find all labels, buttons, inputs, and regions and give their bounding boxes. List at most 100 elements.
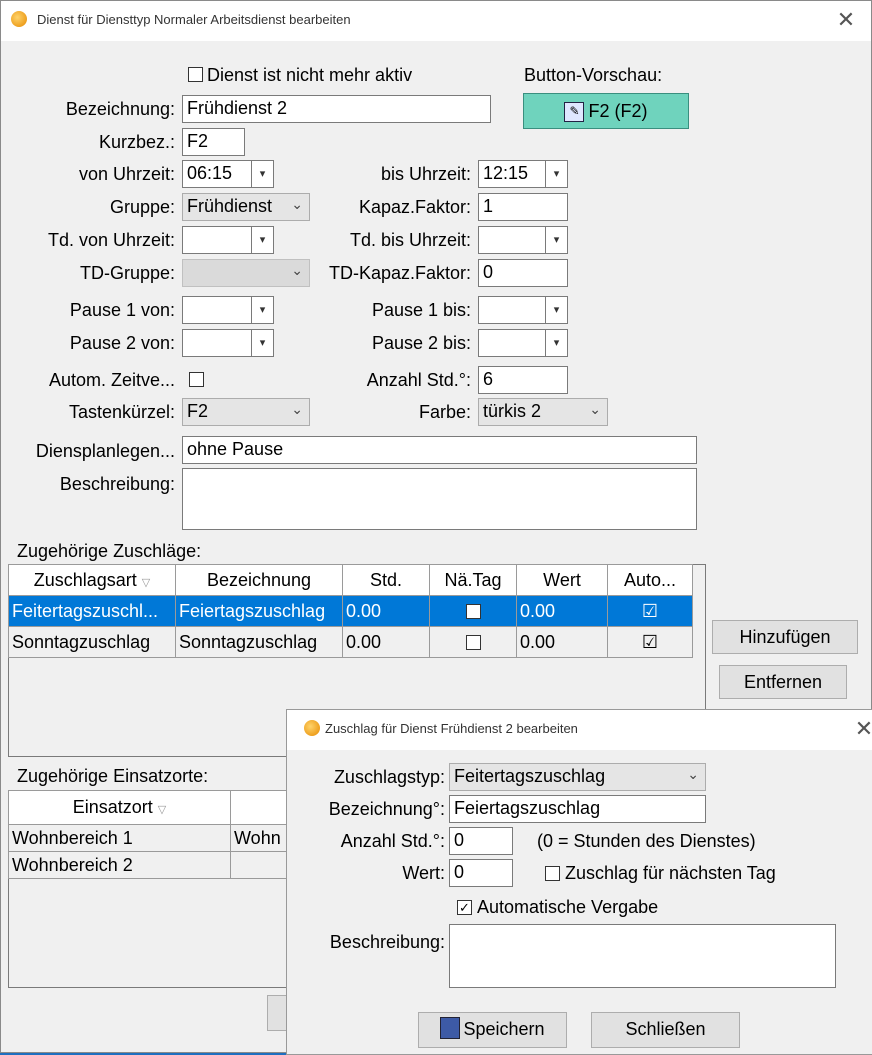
pause2-von-label: Pause 2 von: xyxy=(69,333,175,353)
close-icon[interactable]: ✕ xyxy=(831,7,861,33)
bis-uhrzeit-dropdown-icon[interactable]: ▾ xyxy=(546,160,568,188)
col-bezeichnung[interactable]: Bezeichnung xyxy=(175,564,343,596)
table-row[interactable]: Sonntagzuschlag Sonntagzuschlag 0.00 0.0… xyxy=(8,626,693,658)
pause1-bis-field[interactable]: ▾ xyxy=(478,296,568,324)
col-std[interactable]: Std. xyxy=(342,564,430,596)
cell[interactable]: ☑ xyxy=(607,626,693,658)
col-zuschlagsart[interactable]: Zuschlagsart ▽ xyxy=(8,564,176,596)
button-preview-label: Button-Vorschau: xyxy=(524,65,663,85)
auto-vergabe-checkbox[interactable]: ✓ xyxy=(457,900,472,915)
autom-zeit-checkbox[interactable] xyxy=(189,372,204,387)
inactive-checkbox[interactable] xyxy=(188,67,203,82)
app-logo-icon xyxy=(11,11,27,27)
td-bis-field[interactable]: ▾ xyxy=(478,226,568,254)
save-button[interactable]: Speichern xyxy=(418,1012,567,1048)
pause1-bis-dropdown-icon[interactable]: ▾ xyxy=(546,296,568,324)
beschreibung-label: Beschreibung: xyxy=(329,932,445,952)
cell xyxy=(429,595,517,627)
close-button[interactable]: Schließen xyxy=(591,1012,740,1048)
cell: Wohnbereich 1 xyxy=(7,824,232,852)
col-auto[interactable]: Auto... xyxy=(607,564,693,596)
cell[interactable]: ☑ xyxy=(607,595,693,627)
bezeichnung-field[interactable]: Frühdienst 2 xyxy=(182,95,491,123)
save-icon xyxy=(440,1017,461,1040)
bis-uhrzeit-label: bis Uhrzeit: xyxy=(380,164,471,184)
anzahl-std-field[interactable]: 0 xyxy=(449,827,513,855)
edit-pencil-icon: ✎ xyxy=(564,102,585,123)
legende-field[interactable]: ohne Pause xyxy=(182,436,697,464)
pause2-von-field[interactable]: ▾ xyxy=(182,329,274,357)
table-row[interactable]: Feitertagszuschl... Feiertagszuschlag 0.… xyxy=(8,595,693,627)
pause2-bis-dropdown-icon[interactable]: ▾ xyxy=(546,329,568,357)
zuschlag-dialog: Zuschlag für Dienst Frühdienst 2 bearbei… xyxy=(286,709,872,1055)
pause2-von-value[interactable] xyxy=(182,329,252,357)
col-naetag[interactable]: Nä.Tag xyxy=(429,564,517,596)
farbe-label: Farbe: xyxy=(418,402,471,422)
von-uhrzeit-dropdown-icon[interactable]: ▾ xyxy=(252,160,274,188)
pause2-von-dropdown-icon[interactable]: ▾ xyxy=(252,329,274,357)
einsatzorte-grid[interactable]: Einsatzort ▽ Wohnbereich 1 Wohn Wohnbere… xyxy=(7,790,308,988)
dialog-titlebar: Zuschlag für Dienst Frühdienst 2 bearbei… xyxy=(287,710,872,750)
next-day-label: Zuschlag für nächsten Tag xyxy=(565,863,776,883)
bis-uhrzeit-field[interactable]: 12:15 ▾ xyxy=(478,160,568,188)
chevron-down-icon: ⌄ xyxy=(589,401,601,417)
beschreibung-field[interactable] xyxy=(182,468,697,530)
cell: Wohnbereich 2 xyxy=(7,851,232,879)
zuschlagstyp-select[interactable]: Feitertagszuschlag ⌄ xyxy=(449,763,706,791)
dialog-title: Zuschlag für Dienst Frühdienst 2 bearbei… xyxy=(325,721,578,736)
kurzbez-field[interactable]: F2 xyxy=(182,128,245,156)
remove-zuschlag-button[interactable]: Entfernen xyxy=(719,665,847,699)
cell: Sonntagzuschlag xyxy=(175,626,343,658)
pause1-von-field[interactable]: ▾ xyxy=(182,296,274,324)
naetag-checkbox[interactable] xyxy=(465,634,481,650)
td-kapaz-field[interactable]: 0 xyxy=(478,259,568,287)
pause2-bis-field[interactable]: ▾ xyxy=(478,329,568,357)
einsatzorte-header-row: Einsatzort ▽ xyxy=(7,790,306,825)
close-icon[interactable]: ✕ xyxy=(849,716,872,742)
next-day-checkbox[interactable] xyxy=(545,866,560,881)
beschreibung-field[interactable] xyxy=(449,924,836,988)
pause1-von-dropdown-icon[interactable]: ▾ xyxy=(252,296,274,324)
kapaz-field[interactable]: 1 xyxy=(478,193,568,221)
pause1-von-value[interactable] xyxy=(182,296,252,324)
add-zuschlag-button[interactable]: Hinzufügen xyxy=(712,620,858,654)
td-von-dropdown-icon[interactable]: ▾ xyxy=(252,226,274,254)
naetag-checkbox[interactable] xyxy=(465,603,481,619)
td-von-value[interactable] xyxy=(182,226,252,254)
td-von-field[interactable]: ▾ xyxy=(182,226,274,254)
farbe-select[interactable]: türkis 2 ⌄ xyxy=(478,398,608,426)
zuschlagstyp-value: Feitertagszuschlag xyxy=(454,766,606,786)
pause2-bis-value[interactable] xyxy=(478,329,546,357)
anzahl-std-field[interactable]: 6 xyxy=(478,366,568,394)
td-gruppe-select[interactable]: ⌄ xyxy=(182,259,310,287)
cell: Sonntagzuschlag xyxy=(8,626,176,658)
von-uhrzeit-value[interactable]: 06:15 xyxy=(182,160,252,188)
zuschlaege-header-row: Zuschlagsart ▽ Bezeichnung Std. Nä.Tag W… xyxy=(8,564,693,596)
table-row[interactable]: Wohnbereich 1 Wohn xyxy=(7,824,306,852)
tastenkuerzel-select[interactable]: F2 ⌄ xyxy=(182,398,310,426)
col-wert[interactable]: Wert xyxy=(516,564,608,596)
bis-uhrzeit-value[interactable]: 12:15 xyxy=(478,160,546,188)
von-uhrzeit-field[interactable]: 06:15 ▾ xyxy=(182,160,274,188)
td-gruppe-label: TD-Gruppe: xyxy=(79,263,175,283)
bezeichnung-label: Bezeichnung°: xyxy=(328,799,445,819)
table-row[interactable]: Wohnbereich 2 xyxy=(7,851,306,879)
zuschlaege-table: Zuschlagsart ▽ Bezeichnung Std. Nä.Tag W… xyxy=(8,564,693,658)
td-bis-dropdown-icon[interactable]: ▾ xyxy=(546,226,568,254)
gruppe-select[interactable]: Frühdienst ⌄ xyxy=(182,193,310,221)
col-einsatzort[interactable]: Einsatzort ▽ xyxy=(7,790,232,825)
einsatzorte-label: Zugehörige Einsatzorte: xyxy=(17,766,209,786)
bezeichnung-field[interactable]: Feiertagszuschlag xyxy=(449,795,706,823)
button-preview[interactable]: ✎ F2 (F2) xyxy=(523,93,689,129)
pause1-bis-value[interactable] xyxy=(478,296,546,324)
wert-field[interactable]: 0 xyxy=(449,859,513,887)
td-bis-value[interactable] xyxy=(478,226,546,254)
button-preview-text: F2 (F2) xyxy=(588,101,648,121)
farbe-value: türkis 2 xyxy=(483,401,542,421)
chevron-down-icon: ⌄ xyxy=(291,196,303,212)
cell xyxy=(429,626,517,658)
zuschlaege-label: Zugehörige Zuschläge: xyxy=(17,541,202,561)
gruppe-value: Frühdienst xyxy=(187,196,273,216)
pause1-bis-label: Pause 1 bis: xyxy=(371,300,471,320)
tastenkuerzel-value: F2 xyxy=(187,401,209,421)
